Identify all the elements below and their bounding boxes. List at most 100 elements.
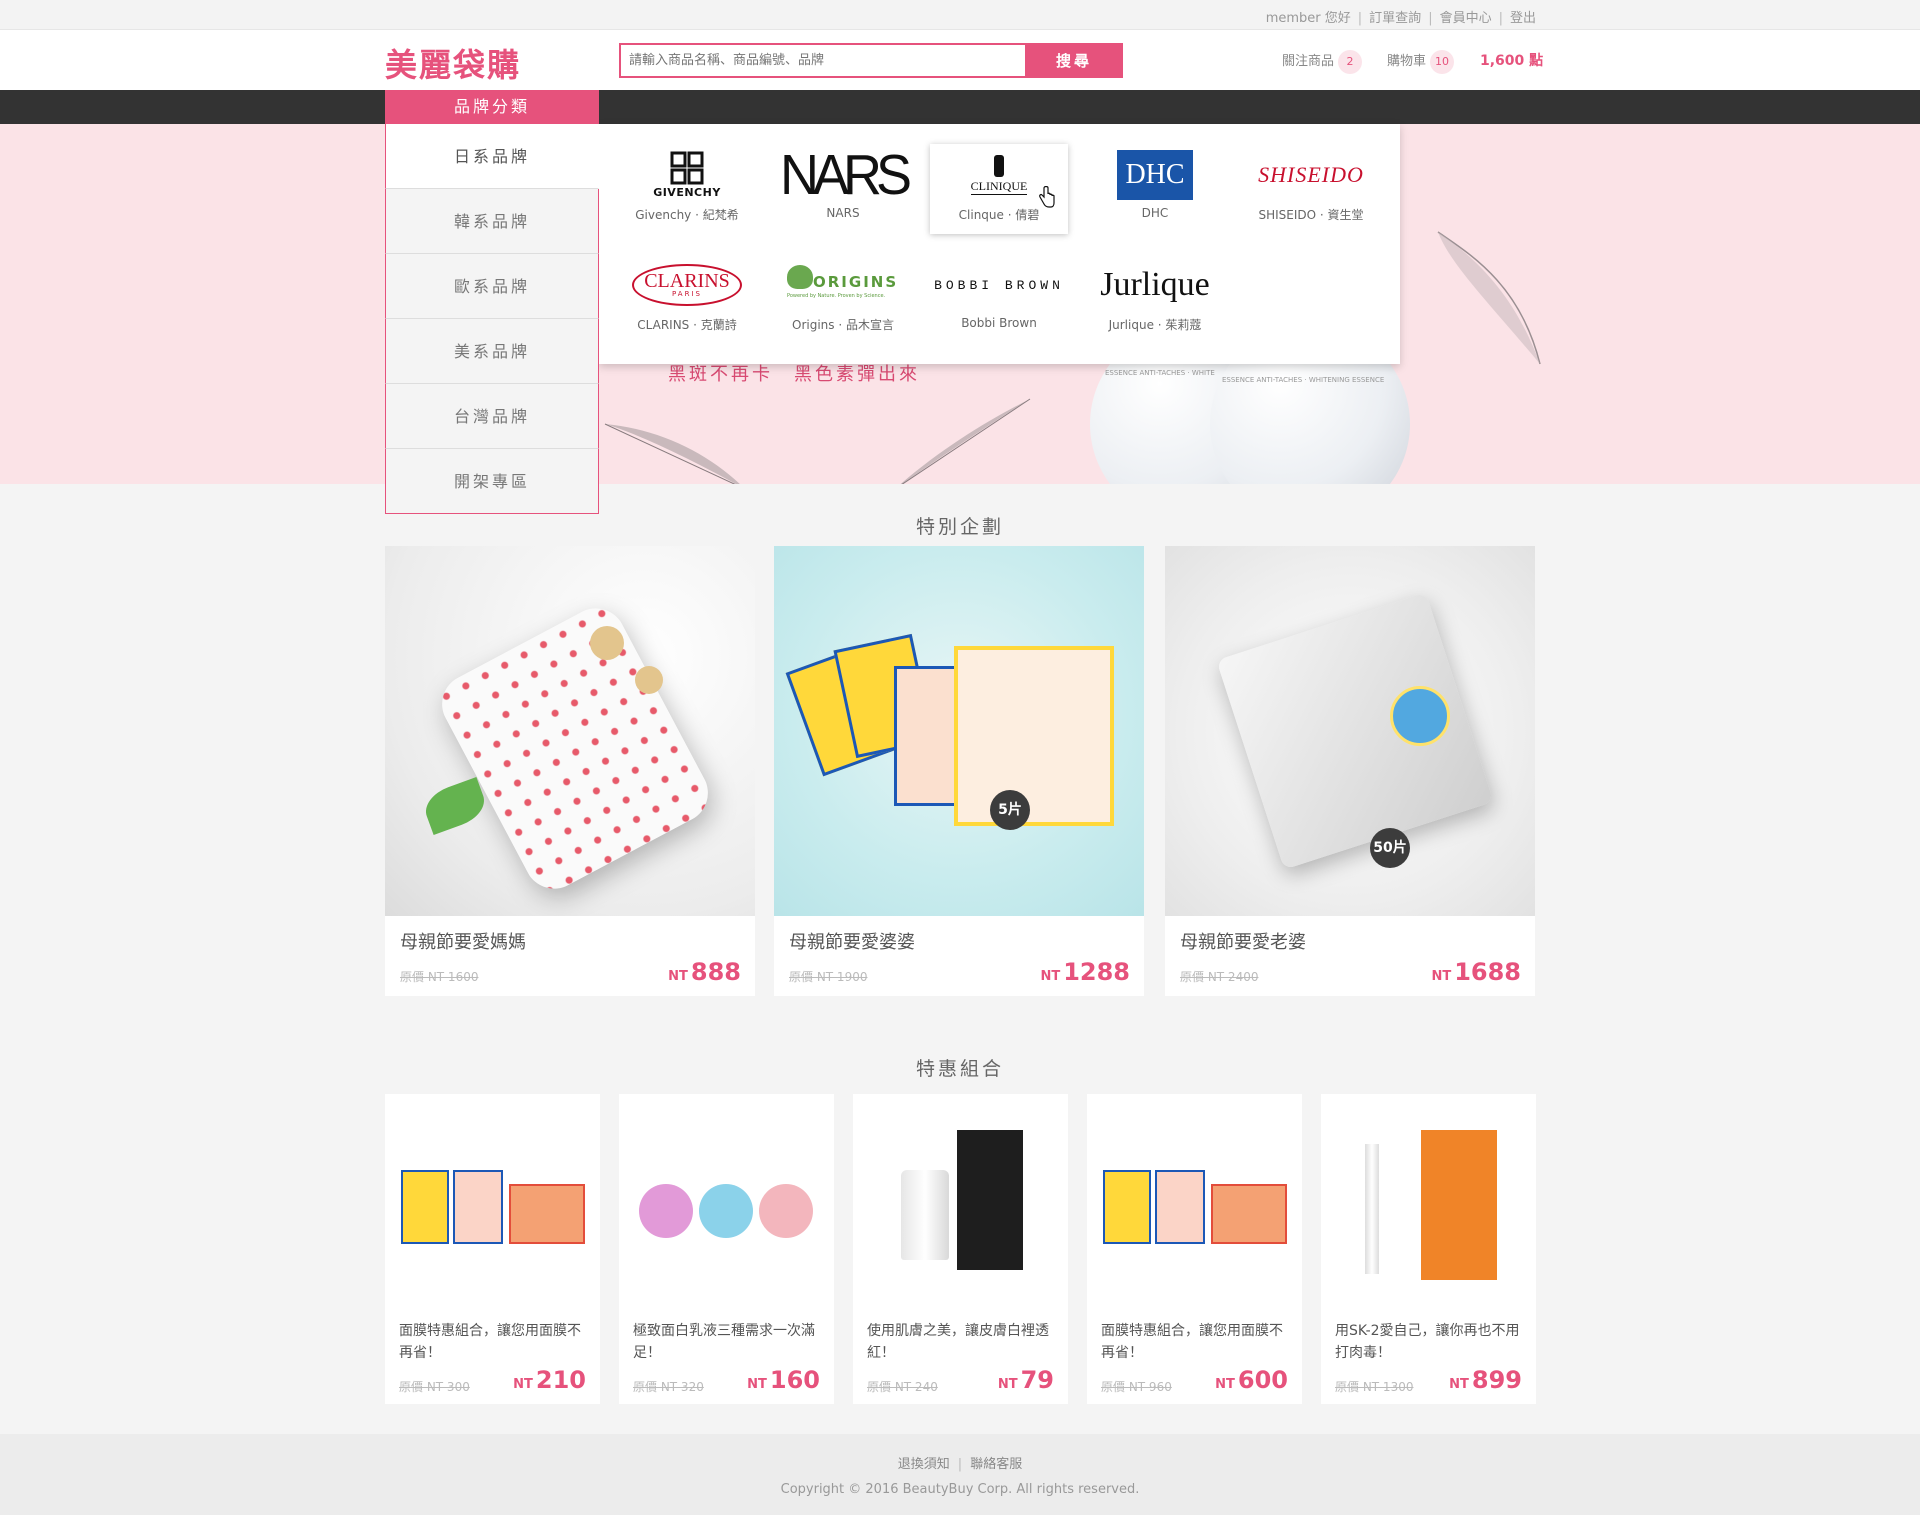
product-image — [1087, 1094, 1302, 1314]
special-card[interactable]: 50片 母親節要愛老婆 原價 NT 2400 NT 1688 — [1165, 546, 1535, 996]
special-card[interactable]: 母親節要愛媽媽 原價 NT 1600 NT 888 — [385, 546, 755, 996]
top-links: member 您好 | 訂單查詢 | 會員中心 | 登出 — [1265, 11, 1536, 26]
quantity-badge: 5片 — [990, 790, 1030, 830]
orange-box — [1421, 1130, 1497, 1280]
brand-name: Origins · 品木宣言 — [792, 318, 894, 332]
brand-name: Clinque · 倩碧 — [958, 208, 1040, 222]
combo-section-title: 特惠組合 — [915, 1058, 1004, 1080]
sale-price: NT 1288 — [1040, 958, 1130, 986]
product-name: 極致面白乳液三種需求一次滿足！ — [633, 1323, 815, 1361]
sale-price: NT 79 — [997, 1366, 1054, 1394]
original-price: 原價 NT 1600 — [400, 970, 479, 984]
combo-card[interactable]: 使用肌膚之美，讓皮膚白裡透紅！ 原價 NT 240 NT 79 — [853, 1094, 1068, 1404]
special-card[interactable]: 5片 母親節要愛婆婆 原價 NT 1900 NT 1288 — [774, 546, 1144, 996]
brand-givenchy[interactable]: GIVENCHY Givenchy · 紀梵希 — [618, 144, 756, 234]
combo-card[interactable]: 用SK-2愛自己，讓你再也不用打肉毒！ 原價 NT 1300 NT 899 — [1321, 1094, 1536, 1404]
original-price: 原價 NT 1900 — [789, 970, 868, 984]
product-sticker — [1390, 686, 1450, 746]
mask-bag — [1216, 592, 1494, 870]
shiseido-logo: SHISEIDO — [1258, 162, 1364, 187]
brand-dhc[interactable]: DHC DHC — [1086, 144, 1224, 234]
bobbi-brown-logo: BOBBI BROWN — [934, 277, 1064, 293]
original-price: 原價 NT 1300 — [1335, 1380, 1414, 1394]
category-item-usa[interactable]: 美系品牌 — [385, 319, 599, 384]
category-item-taiwan[interactable]: 台灣品牌 — [385, 384, 599, 449]
brand-name: NARS — [826, 206, 860, 220]
feather-decoration — [604, 423, 740, 484]
dhc-logo: DHC — [1086, 144, 1224, 206]
combo-card[interactable]: 面膜特惠組合，讓您用面膜不再省！ 原價 NT 960 NT 600 — [1087, 1094, 1302, 1404]
compact-case — [759, 1184, 813, 1238]
product-image — [619, 1094, 834, 1314]
hand-cursor-icon — [1039, 186, 1055, 208]
watch-link[interactable]: 關注商品 2 — [1282, 50, 1363, 74]
product-name: 母親節要愛媽媽 — [400, 932, 526, 953]
brand-clarins[interactable]: CLARINS PARIS CLARINS · 克蘭詩 — [618, 254, 756, 344]
combo-card[interactable]: 極致面白乳液三種需求一次滿足！ 原價 NT 320 NT 160 — [619, 1094, 834, 1404]
sale-price: NT 1688 — [1431, 958, 1521, 986]
combo-card[interactable]: 面膜特惠組合，讓您用面膜不再省！ 原價 NT 300 NT 210 — [385, 1094, 600, 1404]
logout-link[interactable]: 登出 — [1510, 11, 1536, 26]
cream-tube — [901, 1170, 949, 1260]
mask-pack — [1103, 1170, 1151, 1244]
product-name: 面膜特惠組合，讓您用面膜不再省！ — [1101, 1323, 1283, 1361]
compact-case — [639, 1184, 693, 1238]
brand-nars[interactable]: NARS NARS — [774, 144, 912, 234]
top-utility-bar: member 您好 | 訂單查詢 | 會員中心 | 登出 — [0, 0, 1920, 30]
mask-pack — [453, 1170, 503, 1244]
feather-decoration — [900, 398, 1031, 484]
sale-price: NT 210 — [513, 1366, 586, 1394]
clinique-mark-icon — [994, 155, 1004, 177]
givenchy-mark-icon — [670, 151, 704, 185]
search-button[interactable]: 搜尋 — [1025, 43, 1123, 78]
bean-decoration — [635, 666, 663, 694]
brand-shiseido[interactable]: SHISEIDO SHISEIDO · 資生堂 — [1242, 144, 1380, 234]
brand-jurlique[interactable]: Jurlique Jurlique · 茱莉蔻 — [1086, 254, 1224, 344]
category-item-korea[interactable]: 韓系品牌 — [385, 189, 599, 254]
brand-origins[interactable]: ORIGINS Powered by Nature. Proven by Sci… — [774, 254, 912, 344]
footer-links: 退換須知 | 聯絡客服 — [897, 1457, 1023, 1472]
original-price: 原價 NT 2400 — [1180, 970, 1259, 984]
original-price: 原價 NT 300 — [399, 1380, 470, 1394]
brand-bobbi-brown[interactable]: BOBBI BROWN Bobbi Brown — [930, 254, 1068, 344]
orders-link[interactable]: 訂單查詢 — [1369, 11, 1421, 26]
site-logo[interactable]: 美麗袋購 — [385, 40, 521, 86]
brand-name: DHC — [1141, 206, 1169, 220]
mask-pack — [509, 1184, 585, 1244]
search-box: 搜尋 — [619, 43, 1126, 78]
original-price: 原價 NT 960 — [1101, 1380, 1172, 1394]
black-box — [957, 1130, 1023, 1270]
sale-price: NT 888 — [668, 958, 741, 986]
category-item-drugstore[interactable]: 開架專區 — [385, 449, 599, 514]
cart-label: 購物車 — [1387, 54, 1427, 69]
member-points: 1,600 點 — [1480, 53, 1544, 69]
product-image — [853, 1094, 1068, 1314]
origins-logo: ORIGINS Powered by Nature. Proven by Sci… — [774, 254, 912, 316]
product-name: 母親節要愛婆婆 — [789, 932, 915, 953]
site-header: 美麗袋購 搜尋 關注商品2 購物車10 1,600 點 — [0, 30, 1920, 90]
category-menu: 品牌分類 日系品牌 韓系品牌 歐系品牌 美系品牌 台灣品牌 開架專區 — [385, 90, 599, 514]
jurlique-logo: Jurlique — [1100, 266, 1210, 303]
member-center-link[interactable]: 會員中心 — [1440, 11, 1492, 26]
brand-clinique[interactable]: CLINIQUE Clinque · 倩碧 — [930, 144, 1068, 234]
brand-name: Givenchy · 紀梵希 — [635, 208, 739, 222]
serum-syringe — [1365, 1144, 1379, 1274]
brand-dropdown-panel: GIVENCHY Givenchy · 紀梵希 NARS NARS CLINIQ… — [599, 124, 1400, 364]
watch-count-badge: 2 — [1338, 50, 1363, 74]
copyright: Copyright © 2016 BeautyBuy Corp. All rig… — [780, 1482, 1140, 1497]
category-item-japan[interactable]: 日系品牌 — [385, 124, 599, 189]
mask-pack — [1211, 1184, 1287, 1244]
sale-price: NT 160 — [747, 1366, 820, 1394]
tree-icon — [787, 265, 813, 289]
member-greeting: member 您好 — [1265, 11, 1351, 26]
sale-price: NT 600 — [1215, 1366, 1288, 1394]
returns-link[interactable]: 退換須知 — [898, 1457, 950, 1472]
contact-link[interactable]: 聯絡客服 — [970, 1457, 1022, 1472]
mask-jar — [431, 597, 719, 900]
cart-link[interactable]: 購物車 10 — [1387, 50, 1455, 74]
product-image — [385, 546, 755, 916]
original-price: 原價 NT 320 — [633, 1380, 704, 1394]
special-section-title: 特別企劃 — [915, 516, 1004, 538]
category-item-europe[interactable]: 歐系品牌 — [385, 254, 599, 319]
product-name: 母親節要愛老婆 — [1180, 932, 1306, 953]
